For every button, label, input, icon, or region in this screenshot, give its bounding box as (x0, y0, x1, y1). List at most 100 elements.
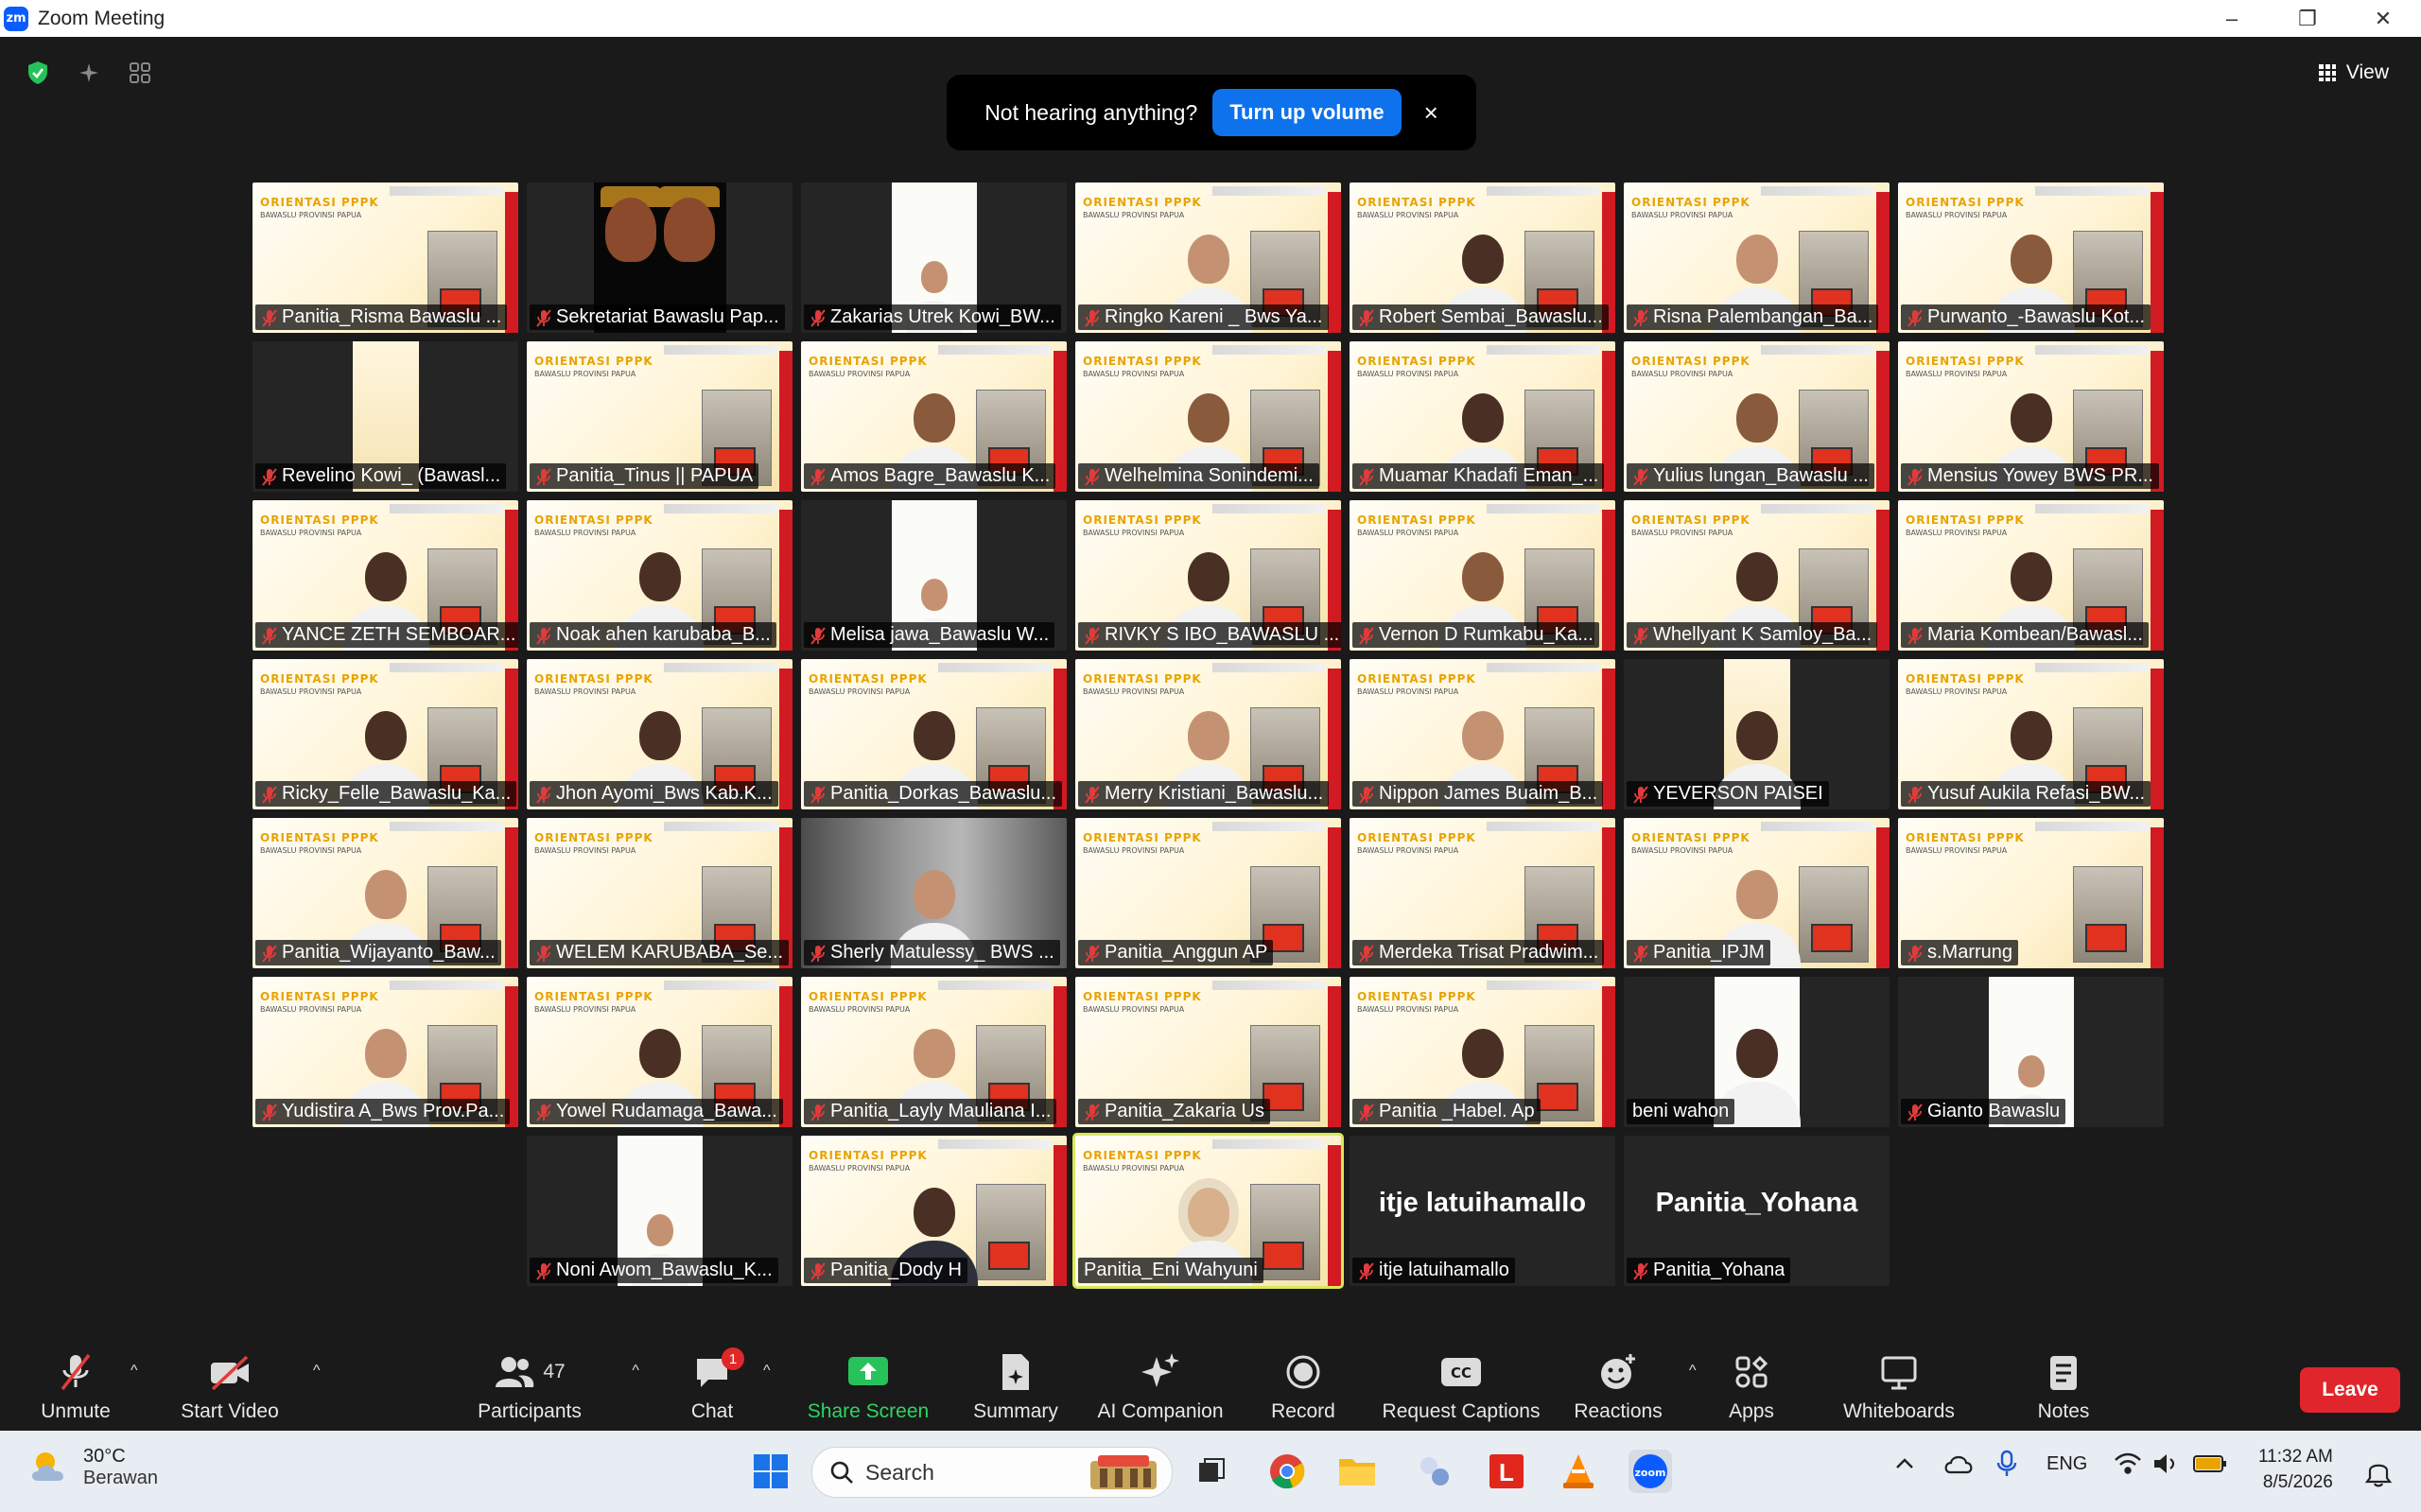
participant-tile[interactable]: ORIENTASI PPPK BAWASLU PROVINSI PAPUA RIVK… (1075, 500, 1341, 651)
participant-tile[interactable]: ORIENTASI PPPK BAWASLU PROVINSI PAPUA Robe… (1350, 182, 1615, 333)
security-shield-icon[interactable] (19, 56, 57, 90)
participant-tile[interactable]: ORIENTASI PPPK BAWASLU PROVINSI PAPUA Pani… (1350, 977, 1615, 1127)
participant-tile[interactable]: Revelino Kowi_ (Bawasl... (253, 341, 518, 492)
participant-tile[interactable]: ORIENTASI PPPK BAWASLU PROVINSI PAPUA Vern… (1350, 500, 1615, 651)
view-label: View (2345, 61, 2389, 83)
summary-button[interactable]: Summary (970, 1351, 1061, 1427)
participant-name: Risna Palembangan_Ba... (1653, 306, 1873, 327)
participant-tile[interactable]: ORIENTASI PPPK BAWASLU PROVINSI PAPUA Welh… (1075, 341, 1341, 492)
participant-tile[interactable]: Panitia_Yohana Panitia_Yohana (1624, 1136, 1890, 1286)
show-hidden-icons-icon[interactable] (1891, 1451, 1918, 1477)
notification-bell-icon[interactable] (2364, 1457, 2393, 1487)
participant-tile[interactable]: ORIENTASI PPPK BAWASLU PROVINSI PAPUA Merd… (1350, 818, 1615, 968)
participant-tile[interactable]: ORIENTASI PPPK BAWASLU PROVINSI PAPUA Pani… (1075, 977, 1341, 1127)
participant-tile[interactable]: Sherly Matulessy_ BWS ... (801, 818, 1067, 968)
participant-tile[interactable]: ORIENTASI PPPK BAWASLU PROVINSI PAPUA Rick… (253, 659, 518, 809)
participant-tile[interactable]: ORIENTASI PPPK BAWASLU PROVINSI PAPUA Muam… (1350, 341, 1615, 492)
reactions-caret-icon[interactable]: ^ (1689, 1363, 1697, 1380)
participant-tile[interactable]: ORIENTASI PPPK BAWASLU PROVINSI PAPUA Ring… (1075, 182, 1341, 333)
reactions-button[interactable]: ^ Reactions (1574, 1351, 1697, 1427)
participant-tile[interactable]: ORIENTASI PPPK BAWASLU PROVINSI PAPUA Pani… (527, 341, 792, 492)
participant-tile[interactable]: ORIENTASI PPPK BAWASLU PROVINSI PAPUA Pani… (801, 1136, 1067, 1286)
participant-tile[interactable]: Sekretariat Bawaslu Pap... (527, 182, 792, 333)
chat-caret-icon[interactable]: ^ (763, 1363, 771, 1380)
participant-tile[interactable]: ORIENTASI PPPK BAWASLU PROVINSI PAPUA Amos… (801, 341, 1067, 492)
participant-tile[interactable]: ORIENTASI PPPK BAWASLU PROVINSI PAPUA Mens… (1898, 341, 2164, 492)
notes-button[interactable]: Notes (2033, 1351, 2094, 1427)
language-indicator[interactable]: ENG (2047, 1453, 2087, 1475)
minimize-button[interactable]: – (2194, 0, 2270, 37)
microphone-icon[interactable] (1995, 1450, 2018, 1478)
participant-tile[interactable]: ORIENTASI PPPK BAWASLU PROVINSI PAPUA Pani… (801, 977, 1067, 1127)
start-video-button[interactable]: ^ Start Video (178, 1351, 321, 1427)
participants-caret-icon[interactable]: ^ (632, 1363, 639, 1380)
task-view-icon[interactable] (1190, 1450, 1233, 1493)
close-notice-icon[interactable]: × (1424, 98, 1438, 128)
zoom-taskbar-icon[interactable]: zoom (1629, 1450, 1672, 1493)
participant-tile[interactable]: ORIENTASI PPPK BAWASLU PROVINSI PAPUA Pani… (1075, 818, 1341, 968)
unmute-button[interactable]: ^ Unmute (38, 1351, 138, 1427)
participant-tile[interactable]: Zakarias Utrek Kowi_BW... (801, 182, 1067, 333)
vlc-icon[interactable] (1557, 1450, 1600, 1493)
participant-tile[interactable]: ORIENTASI PPPK BAWASLU PROVINSI PAPUA Yowe… (527, 977, 792, 1127)
participant-tile[interactable]: ORIENTASI PPPK BAWASLU PROVINSI PAPUA Mari… (1898, 500, 2164, 651)
participant-tile[interactable]: ORIENTASI PPPK BAWASLU PROVINSI PAPUA WELE… (527, 818, 792, 968)
taskbar-search[interactable]: Search (811, 1447, 1173, 1498)
participant-tile[interactable]: Melisa jawa_Bawaslu W... (801, 500, 1067, 651)
snipping-tool-icon[interactable] (1413, 1450, 1456, 1493)
participant-tile[interactable]: ORIENTASI PPPK BAWASLU PROVINSI PAPUA Pani… (253, 182, 518, 333)
participant-tile[interactable]: ORIENTASI PPPK BAWASLU PROVINSI PAPUA Yuli… (1624, 341, 1890, 492)
participant-tile[interactable]: beni wahon (1624, 977, 1890, 1127)
participant-tile[interactable]: ORIENTASI PPPK BAWASLU PROVINSI PAPUA YANC… (253, 500, 518, 651)
participant-tile[interactable]: ORIENTASI PPPK BAWASLU PROVINSI PAPUA s.Ma… (1898, 818, 2164, 968)
audio-options-caret-icon[interactable]: ^ (131, 1363, 138, 1380)
participant-tile[interactable]: ORIENTASI PPPK BAWASLU PROVINSI PAPUA Noak… (527, 500, 792, 651)
close-window-button[interactable]: ✕ (2345, 0, 2421, 37)
participant-tile[interactable]: ORIENTASI PPPK BAWASLU PROVINSI PAPUA Pani… (253, 818, 518, 968)
participant-tile[interactable]: Gianto Bawaslu (1898, 977, 2164, 1127)
chrome-icon[interactable] (1265, 1450, 1309, 1493)
windows-start-icon[interactable] (749, 1450, 792, 1493)
participant-tile[interactable]: ORIENTASI PPPK BAWASLU PROVINSI PAPUA Whel… (1624, 500, 1890, 651)
participant-tile[interactable]: ORIENTASI PPPK BAWASLU PROVINSI PAPUA Yudi… (253, 977, 518, 1127)
ai-companion-button[interactable]: AI Companion (1094, 1351, 1227, 1427)
participant-tile[interactable]: ORIENTASI PPPK BAWASLU PROVINSI PAPUA Pani… (1624, 818, 1890, 968)
participant-tile[interactable]: ORIENTASI PPPK BAWASLU PROVINSI PAPUA Yusu… (1898, 659, 2164, 809)
windows-taskbar: 30°C Berawan Search L zoom ENG 11:32 AM … (0, 1431, 2421, 1512)
participant-tile[interactable]: ORIENTASI PPPK BAWASLU PROVINSI PAPUA Nipp… (1350, 659, 1615, 809)
participant-tile[interactable]: ORIENTASI PPPK BAWASLU PROVINSI PAPUA Pani… (1072, 1133, 1344, 1289)
wifi-icon[interactable] (2114, 1451, 2142, 1476)
restore-button[interactable]: ❐ (2270, 0, 2345, 37)
participant-tile[interactable]: ORIENTASI PPPK BAWASLU PROVINSI PAPUA Merr… (1075, 659, 1341, 809)
cloud-sync-icon[interactable] (1942, 1450, 1975, 1478)
whiteboards-button[interactable]: Whiteboards (1840, 1351, 1958, 1427)
taskbar-clock[interactable]: 11:32 AM 8/5/2026 (2258, 1444, 2333, 1495)
participant-name: Muamar Khadafi Eman_... (1379, 465, 1599, 486)
turn-up-volume-button[interactable]: Turn up volume (1212, 89, 1402, 136)
apps-grid-icon[interactable] (121, 56, 159, 90)
apps-button[interactable]: Apps (1726, 1351, 1777, 1427)
video-options-caret-icon[interactable]: ^ (313, 1363, 321, 1380)
participants-button[interactable]: 47 ^ Participants (473, 1351, 639, 1427)
participant-tile[interactable]: itje latuihamallo itje latuihamallo (1350, 1136, 1615, 1286)
share-screen-button[interactable]: Share Screen (808, 1351, 929, 1427)
leave-button[interactable]: Leave (2300, 1367, 2400, 1413)
file-explorer-icon[interactable] (1335, 1450, 1379, 1493)
view-button[interactable]: View (2305, 56, 2402, 90)
participant-tile[interactable]: YEVERSON PAISEI (1624, 659, 1890, 809)
participant-tile[interactable]: ORIENTASI PPPK BAWASLU PROVINSI PAPUA Purw… (1898, 182, 2164, 333)
app-l-icon[interactable]: L (1485, 1450, 1528, 1493)
request-captions-button[interactable]: CC Request Captions (1382, 1351, 1541, 1427)
participant-tile[interactable]: Noni Awom_Bawaslu_K... (527, 1136, 792, 1286)
meeting-area: View Not hearing anything? Turn up volum… (0, 37, 2421, 1334)
participant-count: 47 (543, 1361, 566, 1382)
participant-tile[interactable]: ORIENTASI PPPK BAWASLU PROVINSI PAPUA Jhon… (527, 659, 792, 809)
chat-button[interactable]: 1 ^ Chat (683, 1347, 771, 1427)
volume-icon[interactable] (2151, 1451, 2180, 1476)
ai-sparkle-icon[interactable] (70, 56, 108, 90)
participant-tile[interactable]: ORIENTASI PPPK BAWASLU PROVINSI PAPUA Risn… (1624, 182, 1890, 333)
participant-tile[interactable]: ORIENTASI PPPK BAWASLU PROVINSI PAPUA Pani… (801, 659, 1067, 809)
record-button[interactable]: Record (1266, 1351, 1340, 1427)
weather-widget[interactable]: 30°C Berawan (28, 1446, 158, 1489)
battery-icon[interactable] (2193, 1453, 2227, 1474)
